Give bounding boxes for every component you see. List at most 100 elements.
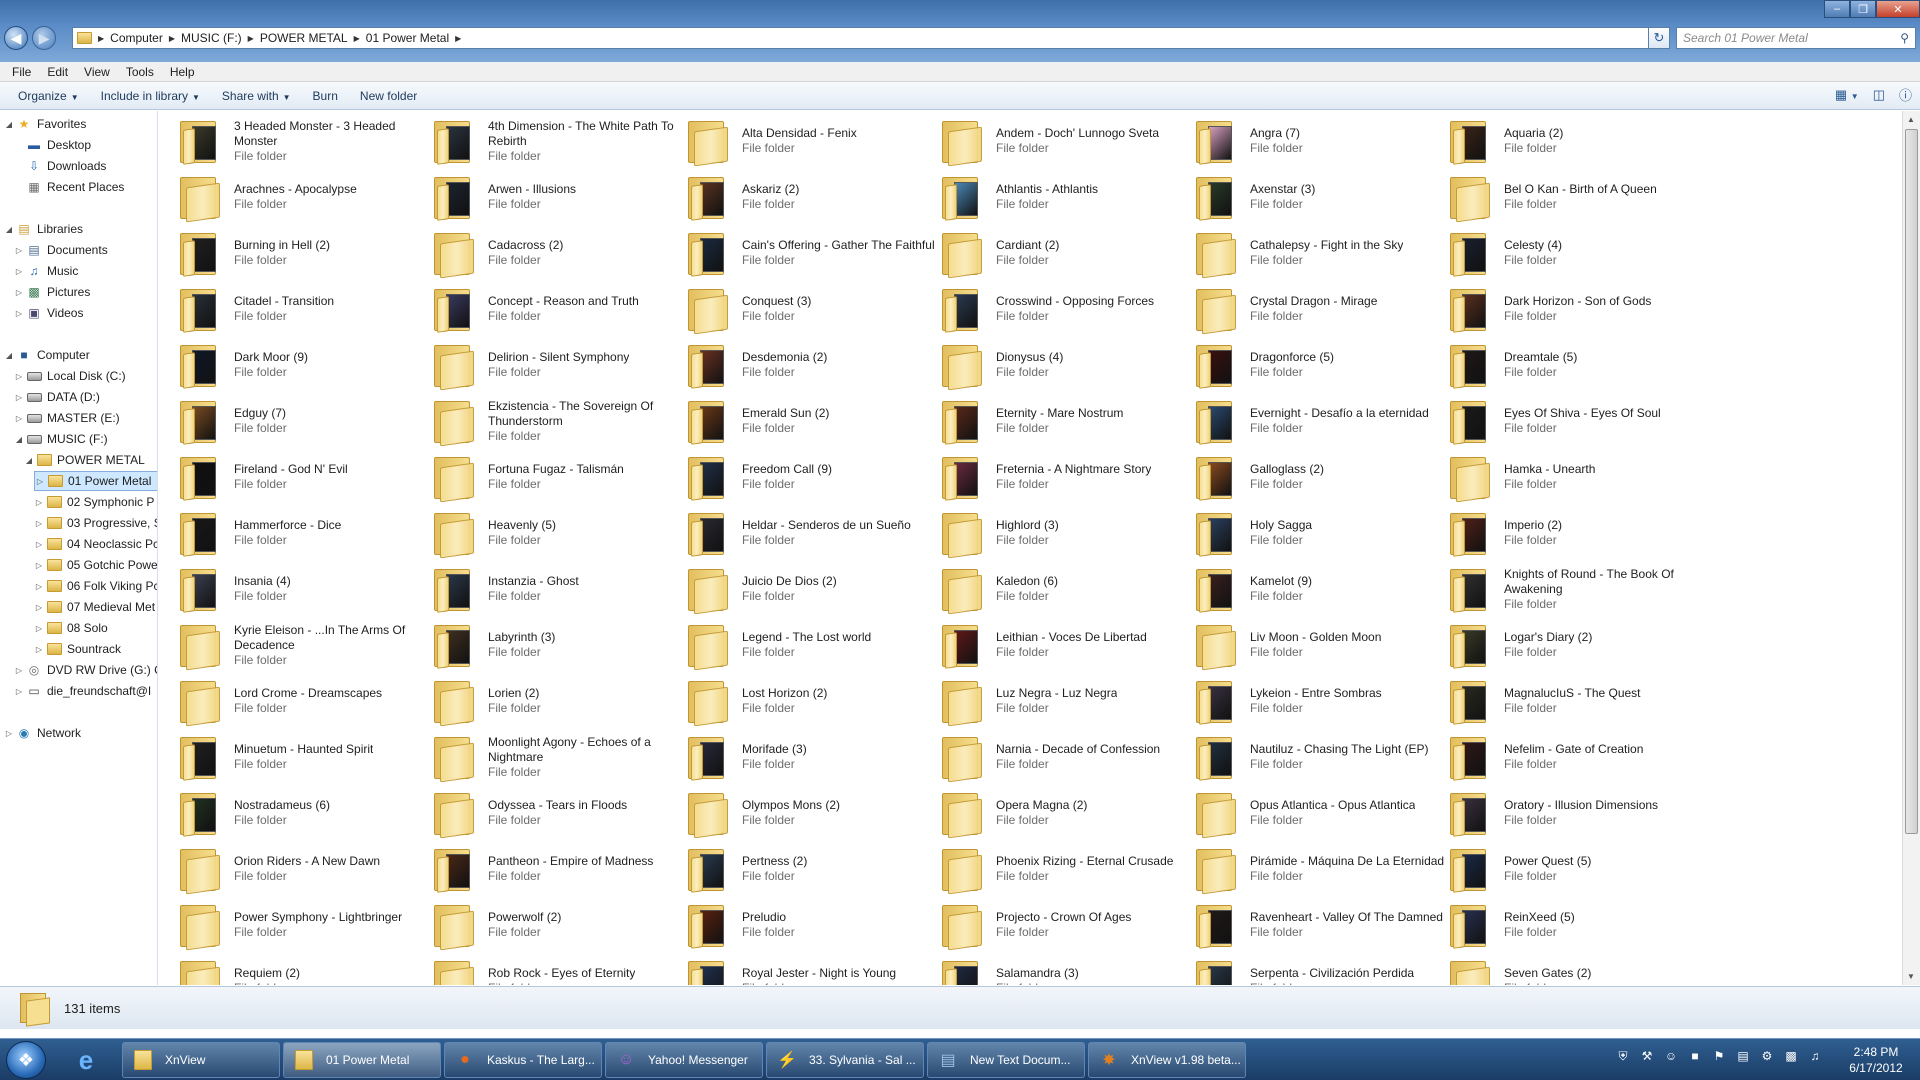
folder-item[interactable]: Imperio (2) File folder (1448, 505, 1700, 561)
folder-item[interactable]: Dark Horizon - Son of Gods File folder (1448, 281, 1700, 337)
folder-item[interactable]: Seven Gates (2)File folder (1448, 953, 1700, 985)
taskbar-button-xnview-v1-98-beta[interactable]: ✸ XnView v1.98 beta... (1088, 1042, 1246, 1078)
folder-item[interactable]: Pertness (2) File folder (686, 841, 938, 897)
folder-item[interactable]: Pirámide - Máquina De La Eternidad File f… (1194, 841, 1446, 897)
expand-open-icon[interactable]: ◢ (14, 435, 24, 444)
folder-item[interactable]: Celesty (4) File folder (1448, 225, 1700, 281)
folder-item[interactable]: Morifade (3) File folder (686, 729, 938, 785)
expand-closed-icon[interactable]: ▷ (34, 624, 44, 633)
folder-item[interactable]: Odyssea - Tears in Floods File folder (432, 785, 684, 841)
expand-closed-icon[interactable]: ▷ (14, 687, 24, 696)
expand-closed-icon[interactable]: ▷ (34, 561, 44, 570)
folder-item[interactable]: Axenstar (3) File folder (1194, 169, 1446, 225)
expand-closed-icon[interactable]: ▷ (14, 246, 24, 255)
folder-item[interactable]: Narnia - Decade of Confession File folder (940, 729, 1192, 785)
taskbar-button-xnview[interactable]: XnView (122, 1042, 280, 1078)
nav-item-04-neoclassic-pc[interactable]: ▷ 04 Neoclassic Pc (34, 534, 157, 554)
folder-item[interactable]: Salamandra (3)File folder (940, 953, 1192, 985)
expand-closed-icon[interactable]: ▷ (14, 309, 24, 318)
folder-item[interactable]: Serpenta - Civilización PerdidaFile fold… (1194, 953, 1446, 985)
refresh-button[interactable]: ↻ (1648, 27, 1670, 49)
folder-item[interactable]: 3 Headed Monster - 3 Headed Monster File … (178, 113, 430, 169)
folder-item[interactable]: Legend - The Lost world File folder (686, 617, 938, 673)
folder-item[interactable]: Liv Moon - Golden Moon File folder (1194, 617, 1446, 673)
folder-item[interactable]: Concept - Reason and Truth File folder (432, 281, 684, 337)
vertical-scrollbar[interactable]: ▲ ▼ (1902, 111, 1920, 985)
nav-item-06-folk-viking-pc[interactable]: ▷ 06 Folk Viking Pc (34, 576, 157, 596)
folder-item[interactable]: Askariz (2) File folder (686, 169, 938, 225)
folder-item[interactable]: Orion Riders - A New Dawn File folder (178, 841, 430, 897)
tray-shield-icon[interactable]: ⛨ (1614, 1049, 1632, 1064)
folder-item[interactable]: Arachnes - Apocalypse File folder (178, 169, 430, 225)
nav-item-local-disk-c[interactable]: ▷ Local Disk (C:) (14, 366, 126, 386)
folder-item[interactable]: Opus Atlantica - Opus Atlantica File fold… (1194, 785, 1446, 841)
expand-closed-icon[interactable]: ▷ (14, 267, 24, 276)
menu-help[interactable]: Help (162, 65, 203, 79)
chevron-right-icon[interactable]: ▶ (455, 34, 461, 43)
tray-volume-icon[interactable]: ♫ (1806, 1049, 1824, 1064)
folder-item[interactable]: Nostradameus (6) File folder (178, 785, 430, 841)
folder-item[interactable]: Conquest (3) File folder (686, 281, 938, 337)
nav-item-08-solo[interactable]: ▷ 08 Solo (34, 618, 108, 638)
menu-tools[interactable]: Tools (118, 65, 162, 79)
expand-closed-icon[interactable]: ▷ (35, 477, 45, 486)
folder-item[interactable]: Projecto - Crown Of Ages File folder (940, 897, 1192, 953)
folder-item[interactable]: Athlantis - Athlantis File folder (940, 169, 1192, 225)
nav-item-recent-places[interactable]: ▦ Recent Places (14, 177, 124, 197)
folder-item[interactable]: Cardiant (2) File folder (940, 225, 1192, 281)
menu-view[interactable]: View (76, 65, 118, 79)
folder-item[interactable]: Desdemonia (2) File folder (686, 337, 938, 393)
expand-open-icon[interactable]: ◢ (4, 351, 14, 360)
folder-item[interactable]: Nefelim - Gate of Creation File folder (1448, 729, 1700, 785)
maximize-button[interactable]: ❐ (1850, 0, 1876, 18)
nav-item-desktop[interactable]: ▬ Desktop (14, 135, 91, 155)
folder-item[interactable]: Fortuna Fugaz - Talismán File folder (432, 449, 684, 505)
nav-item-02-symphonic-p[interactable]: ▷ 02 Symphonic P (34, 492, 154, 512)
breadcrumb-item[interactable]: POWER METAL (260, 31, 348, 45)
folder-item[interactable]: Lorien (2) File folder (432, 673, 684, 729)
nav-item-data-d[interactable]: ▷ DATA (D:) (14, 387, 100, 407)
folder-item[interactable]: Nautiluz - Chasing The Light (EP) File fo… (1194, 729, 1446, 785)
folder-item[interactable]: Cathalepsy - Fight in the Sky File folder (1194, 225, 1446, 281)
tray-network-icon[interactable]: ▤ (1734, 1049, 1752, 1064)
chevron-right-icon[interactable]: ▶ (354, 34, 360, 43)
nav-item-network[interactable]: ▷ ◉ Network (4, 723, 81, 743)
nav-item-favorites[interactable]: ◢ ★ Favorites (4, 114, 86, 134)
folder-item[interactable]: Fireland - God N' Evil File folder (178, 449, 430, 505)
expand-closed-icon[interactable]: ▷ (14, 288, 24, 297)
nav-item-videos[interactable]: ▷ ▣ Videos (14, 303, 84, 323)
folder-item[interactable]: Kyrie Eleison - ...In The Arms Of Decade… (178, 617, 430, 673)
address-bar[interactable]: ▶ Computer ▶ MUSIC (F:) ▶ POWER METAL ▶ 01 Pow… (72, 27, 1666, 49)
chevron-right-icon[interactable]: ▶ (248, 34, 254, 43)
expand-closed-icon[interactable]: ▷ (14, 393, 24, 402)
folder-item[interactable]: Angra (7) File folder (1194, 113, 1446, 169)
folder-item[interactable]: Evernight - Desafío a la eternidad File f… (1194, 393, 1446, 449)
folder-item[interactable]: Delirion - Silent Symphony File folder (432, 337, 684, 393)
tray-flag-icon[interactable]: ⚑ (1710, 1049, 1728, 1064)
expand-open-icon[interactable]: ◢ (4, 120, 14, 129)
internet-explorer-button[interactable]: e (62, 1042, 110, 1078)
folder-item[interactable]: Crystal Dragon - Mirage File folder (1194, 281, 1446, 337)
folder-item[interactable]: Insania (4) File folder (178, 561, 430, 617)
folder-item[interactable]: Citadel - Transition File folder (178, 281, 430, 337)
folder-item[interactable]: Kamelot (9) File folder (1194, 561, 1446, 617)
expand-closed-icon[interactable]: ▷ (14, 372, 24, 381)
nav-item-05-gotchic-powe[interactable]: ▷ 05 Gotchic Powe (34, 555, 157, 575)
tray-red-icon[interactable]: ■ (1686, 1049, 1704, 1064)
folder-item[interactable]: Lykeion - Entre Sombras File folder (1194, 673, 1446, 729)
nav-item-dvd-rw-drive-g-g[interactable]: ▷ ◎ DVD RW Drive (G:) G (14, 660, 157, 680)
folder-item[interactable]: Eyes Of Shiva - Eyes Of Soul File folder (1448, 393, 1700, 449)
folder-item[interactable]: Opera Magna (2) File folder (940, 785, 1192, 841)
search-input[interactable]: Search 01 Power Metal ⚲ (1676, 27, 1916, 49)
folder-item[interactable]: Freternia - A Nightmare Story File folder (940, 449, 1192, 505)
nav-item-07-medieval-met[interactable]: ▷ 07 Medieval Met (34, 597, 155, 617)
folder-item[interactable]: Powerwolf (2) File folder (432, 897, 684, 953)
folder-item[interactable]: Cain's Offering - Gather The Faithful Fil… (686, 225, 938, 281)
scroll-down-icon[interactable]: ▼ (1907, 972, 1915, 981)
expand-open-icon[interactable]: ◢ (4, 225, 14, 234)
folder-item[interactable]: Phoenix Rizing - Eternal Crusade File fol… (940, 841, 1192, 897)
folder-item[interactable]: Luz Negra - Luz Negra File folder (940, 673, 1192, 729)
folder-item[interactable]: Lost Horizon (2) File folder (686, 673, 938, 729)
folder-item[interactable]: ReinXeed (5) File folder (1448, 897, 1700, 953)
folder-item[interactable]: Aquaria (2) File folder (1448, 113, 1700, 169)
